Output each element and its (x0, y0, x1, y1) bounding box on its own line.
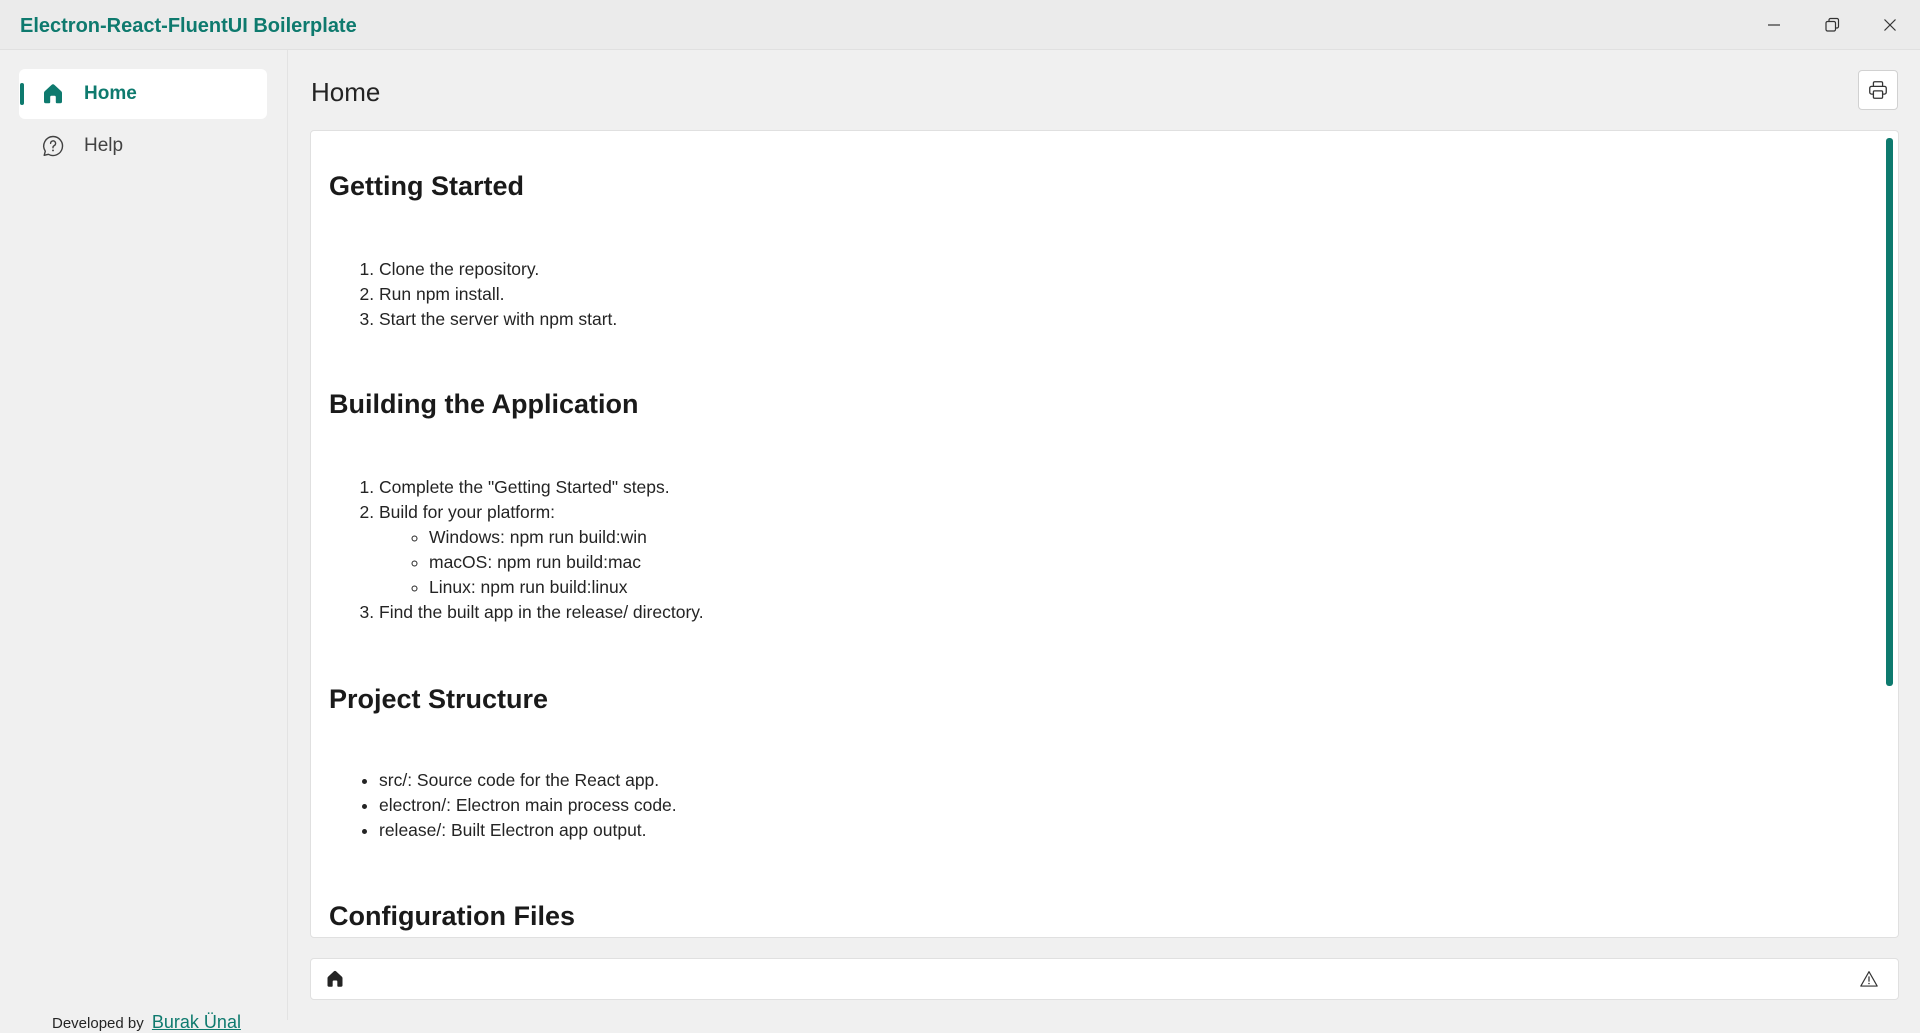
content-panel[interactable]: Getting Started Clone the repository. Ru… (310, 130, 1899, 938)
minimize-icon (1768, 24, 1780, 26)
sub-list-item: Linux: npm run build:linux (429, 575, 704, 600)
list-item: electron/: Electron main process code. (379, 793, 677, 818)
sidebar: Home Help Developed by Burak Ünal (0, 50, 288, 1032)
platform-sublist: Windows: npm run build:win macOS: npm ru… (379, 525, 704, 600)
sidebar-item-help[interactable]: Help (19, 121, 267, 171)
title-bar: Electron-React-FluentUI Boilerplate (0, 0, 1920, 50)
home-icon[interactable] (325, 969, 345, 989)
restore-button[interactable] (1809, 8, 1855, 42)
sub-list-item: Windows: npm run build:win (429, 525, 704, 550)
sidebar-item-home[interactable]: Home (19, 69, 267, 119)
developer-credit: Developed by Burak Ünal (52, 1012, 241, 1033)
restore-icon (1825, 17, 1840, 32)
section-heading: Project Structure (329, 684, 549, 714)
help-circle-icon (43, 135, 64, 157)
author-link[interactable]: Burak Ünal (152, 1012, 241, 1032)
sub-list-item: macOS: npm run build:mac (429, 550, 704, 575)
active-indicator (20, 83, 24, 105)
list-item: Clone the repository. (379, 257, 617, 282)
building-list: Complete the "Getting Started" steps. Bu… (329, 475, 704, 625)
print-icon (1869, 81, 1887, 99)
list-item: Complete the "Getting Started" steps. (379, 475, 704, 500)
print-button[interactable] (1858, 70, 1898, 110)
status-footer (310, 958, 1899, 1000)
list-item: Run npm install. (379, 282, 617, 307)
list-item: src/: Source code for the React app. (379, 768, 677, 793)
close-icon (1884, 19, 1896, 31)
list-item: Start the server with npm start. (379, 307, 617, 332)
section-heading: Getting Started (329, 171, 525, 201)
app-title: Electron-React-FluentUI Boilerplate (20, 15, 357, 37)
warning-icon[interactable] (1859, 969, 1879, 989)
list-item: release/: Built Electron app output. (379, 818, 677, 843)
page-title: Home (311, 77, 381, 107)
scrollbar-thumb[interactable] (1886, 138, 1893, 686)
sidebar-item-label: Home (84, 83, 137, 104)
home-icon (44, 84, 62, 104)
section-heading: Configuration Files (329, 901, 575, 931)
list-item: Find the built app in the release/ direc… (379, 600, 704, 625)
minimize-button[interactable] (1751, 8, 1797, 42)
getting-started-list: Clone the repository. Run npm install. S… (329, 257, 617, 332)
close-button[interactable] (1867, 8, 1913, 42)
list-item: Build for your platform: Windows: npm ru… (379, 500, 704, 600)
credit-prefix: Developed by (52, 1015, 144, 1032)
project-structure-list: src/: Source code for the React app. ele… (329, 768, 677, 843)
sidebar-item-label: Help (84, 135, 124, 156)
section-heading: Building the Application (329, 389, 639, 419)
list-item-text: Build for your platform: (379, 502, 556, 522)
